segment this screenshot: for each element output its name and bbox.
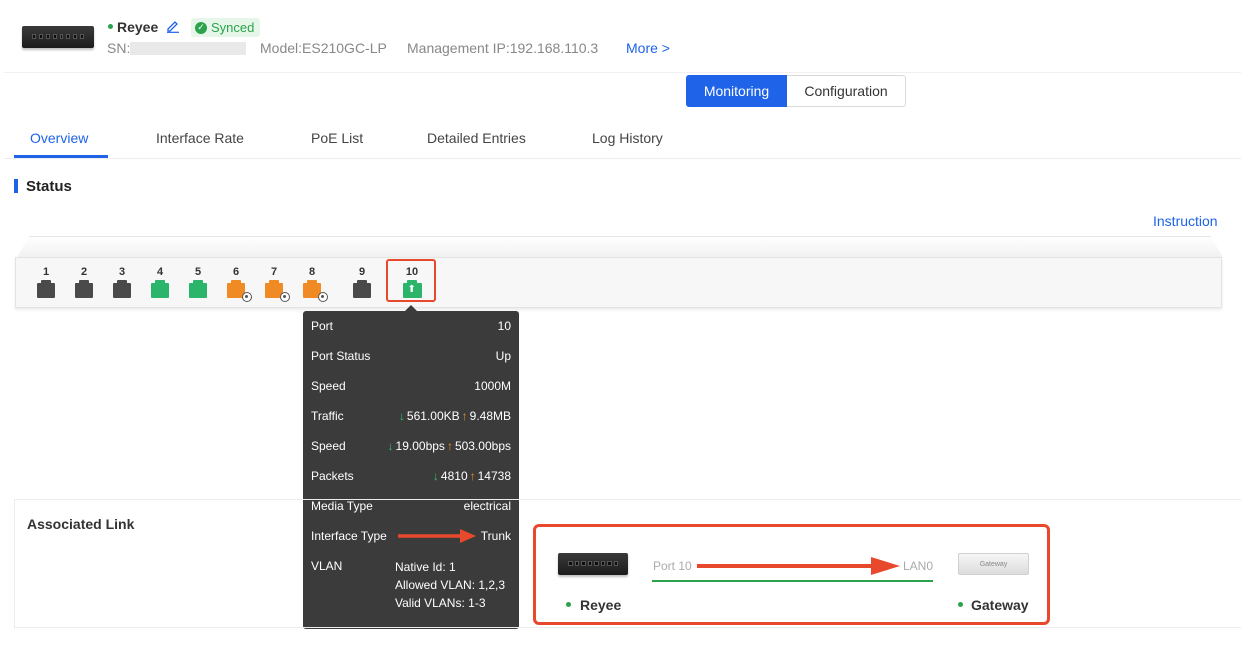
port-8[interactable]: 8 <box>297 266 328 302</box>
port-6[interactable]: 6 <box>221 266 252 302</box>
ethernet-port-icon <box>353 280 371 298</box>
packets-up: 14738 <box>477 469 511 483</box>
port-9[interactable]: 9 <box>347 266 377 298</box>
arrow-down-icon: ↓ <box>398 409 405 423</box>
row-label: Speed <box>311 379 346 393</box>
associated-link-title: Associated Link <box>27 516 135 532</box>
online-status-dot <box>958 602 963 607</box>
traffic-up: 9.48MB <box>469 409 511 423</box>
synced-badge: ✓ Synced <box>191 18 261 37</box>
traffic-down: 561.00KB <box>406 409 460 423</box>
port-2[interactable]: 2 <box>69 266 99 298</box>
row-label: Port <box>311 319 334 333</box>
row-label: Speed <box>311 439 346 453</box>
tooltip-row-port-status: Port Status Up <box>311 347 511 365</box>
right-device-name[interactable]: Gateway <box>971 597 1029 613</box>
ethernet-port-icon <box>37 280 55 298</box>
more-link[interactable]: More > <box>626 40 670 56</box>
switch-front-panel: 1 2 3 4 5 6 7 8 9 10 ⬆ <box>15 257 1222 308</box>
arrow-down-icon: ↓ <box>432 469 439 483</box>
tooltip-row-rate: Speed ↓ 19.00bps ↑ 503.00bps <box>311 437 511 455</box>
monitoring-button[interactable]: Monitoring <box>686 75 787 107</box>
ethernet-port-icon <box>303 280 328 302</box>
selected-port-highlight <box>386 259 436 302</box>
ethernet-port-icon <box>227 280 252 302</box>
switch-panel-top <box>17 236 1223 258</box>
online-status-dot <box>566 602 571 607</box>
arrow-down-icon: ↓ <box>387 439 394 453</box>
device-name: Reyee <box>117 19 159 35</box>
tooltip-row-packets: Packets ↓ 4810 ↑ 14738 <box>311 467 511 485</box>
port-number: 4 <box>156 266 164 278</box>
check-circle-icon: ✓ <box>195 21 207 34</box>
row-value: 10 <box>497 319 511 333</box>
rate-up: 503.00bps <box>454 439 511 453</box>
annotation-arrow-icon <box>697 557 900 575</box>
tooltip-row-port: Port 10 <box>311 317 511 335</box>
tab-overview[interactable]: Overview <box>30 130 88 146</box>
synced-label: Synced <box>211 20 255 35</box>
edit-icon[interactable] <box>166 19 180 33</box>
left-device-name[interactable]: Reyee <box>580 597 621 613</box>
port-7[interactable]: 7 <box>259 266 290 302</box>
poe-icon <box>318 292 328 302</box>
section-marker <box>14 179 18 193</box>
configuration-button[interactable]: Configuration <box>787 75 906 107</box>
tooltip-row-speed: Speed 1000M <box>311 377 511 395</box>
arrow-up-icon: ↑ <box>469 469 476 483</box>
assoc-divider-bottom <box>14 627 1241 628</box>
port-number: 3 <box>118 266 126 278</box>
model-text: Model:ES210GC-LP <box>260 40 387 56</box>
port-number: 6 <box>232 266 240 278</box>
sn-value-redacted <box>130 42 246 55</box>
tabs-divider <box>4 158 1241 159</box>
switch-device-icon <box>558 553 628 575</box>
mode-toggle: Monitoring Configuration <box>686 75 906 107</box>
ethernet-port-icon <box>75 280 93 298</box>
poe-icon <box>242 292 252 302</box>
port-number: 8 <box>308 266 316 278</box>
ethernet-port-icon <box>151 280 169 298</box>
arrow-up-icon: ↑ <box>446 439 453 453</box>
port-5[interactable]: 5 <box>183 266 213 298</box>
row-label: Packets <box>311 469 354 483</box>
ethernet-port-icon <box>265 280 290 302</box>
port-number: 1 <box>42 266 50 278</box>
row-value: 1000M <box>474 379 511 393</box>
tab-interface-rate[interactable]: Interface Rate <box>156 130 244 146</box>
port-3[interactable]: 3 <box>107 266 137 298</box>
arrow-up-icon: ↑ <box>461 409 468 423</box>
gateway-device-icon: Gateway <box>958 553 1029 575</box>
ethernet-port-icon <box>189 280 207 298</box>
port-number: 5 <box>194 266 202 278</box>
online-status-dot <box>108 24 113 29</box>
port-number: 2 <box>80 266 88 278</box>
management-ip-text: Management IP:192.168.110.3 <box>407 40 599 56</box>
row-value: Up <box>495 349 511 363</box>
tab-poe-list[interactable]: PoE List <box>311 130 363 146</box>
tooltip-row-traffic: Traffic ↓ 561.00KB ↑ 9.48MB <box>311 407 511 425</box>
row-label: Port Status <box>311 349 371 363</box>
ethernet-port-icon <box>113 280 131 298</box>
link-line <box>652 580 933 582</box>
port-1[interactable]: 1 <box>31 266 61 298</box>
device-image <box>22 26 94 48</box>
header-divider <box>4 72 1241 73</box>
port-number: 9 <box>358 266 366 278</box>
left-port-label: Port 10 <box>653 559 692 573</box>
status-title: Status <box>26 178 72 195</box>
port-number: 7 <box>270 266 278 278</box>
packets-down: 4810 <box>440 469 468 483</box>
row-label: Traffic <box>311 409 344 423</box>
active-tab-indicator <box>14 155 108 158</box>
sn-label: SN: <box>107 40 131 56</box>
port-4[interactable]: 4 <box>145 266 175 298</box>
rate-down: 19.00bps <box>395 439 445 453</box>
poe-icon <box>280 292 290 302</box>
gateway-image-label: Gateway <box>979 560 1008 568</box>
tab-detailed-entries[interactable]: Detailed Entries <box>427 130 526 146</box>
right-port-label: LAN0 <box>903 559 934 573</box>
tab-log-history[interactable]: Log History <box>592 130 663 146</box>
instruction-link[interactable]: Instruction <box>1153 213 1218 229</box>
